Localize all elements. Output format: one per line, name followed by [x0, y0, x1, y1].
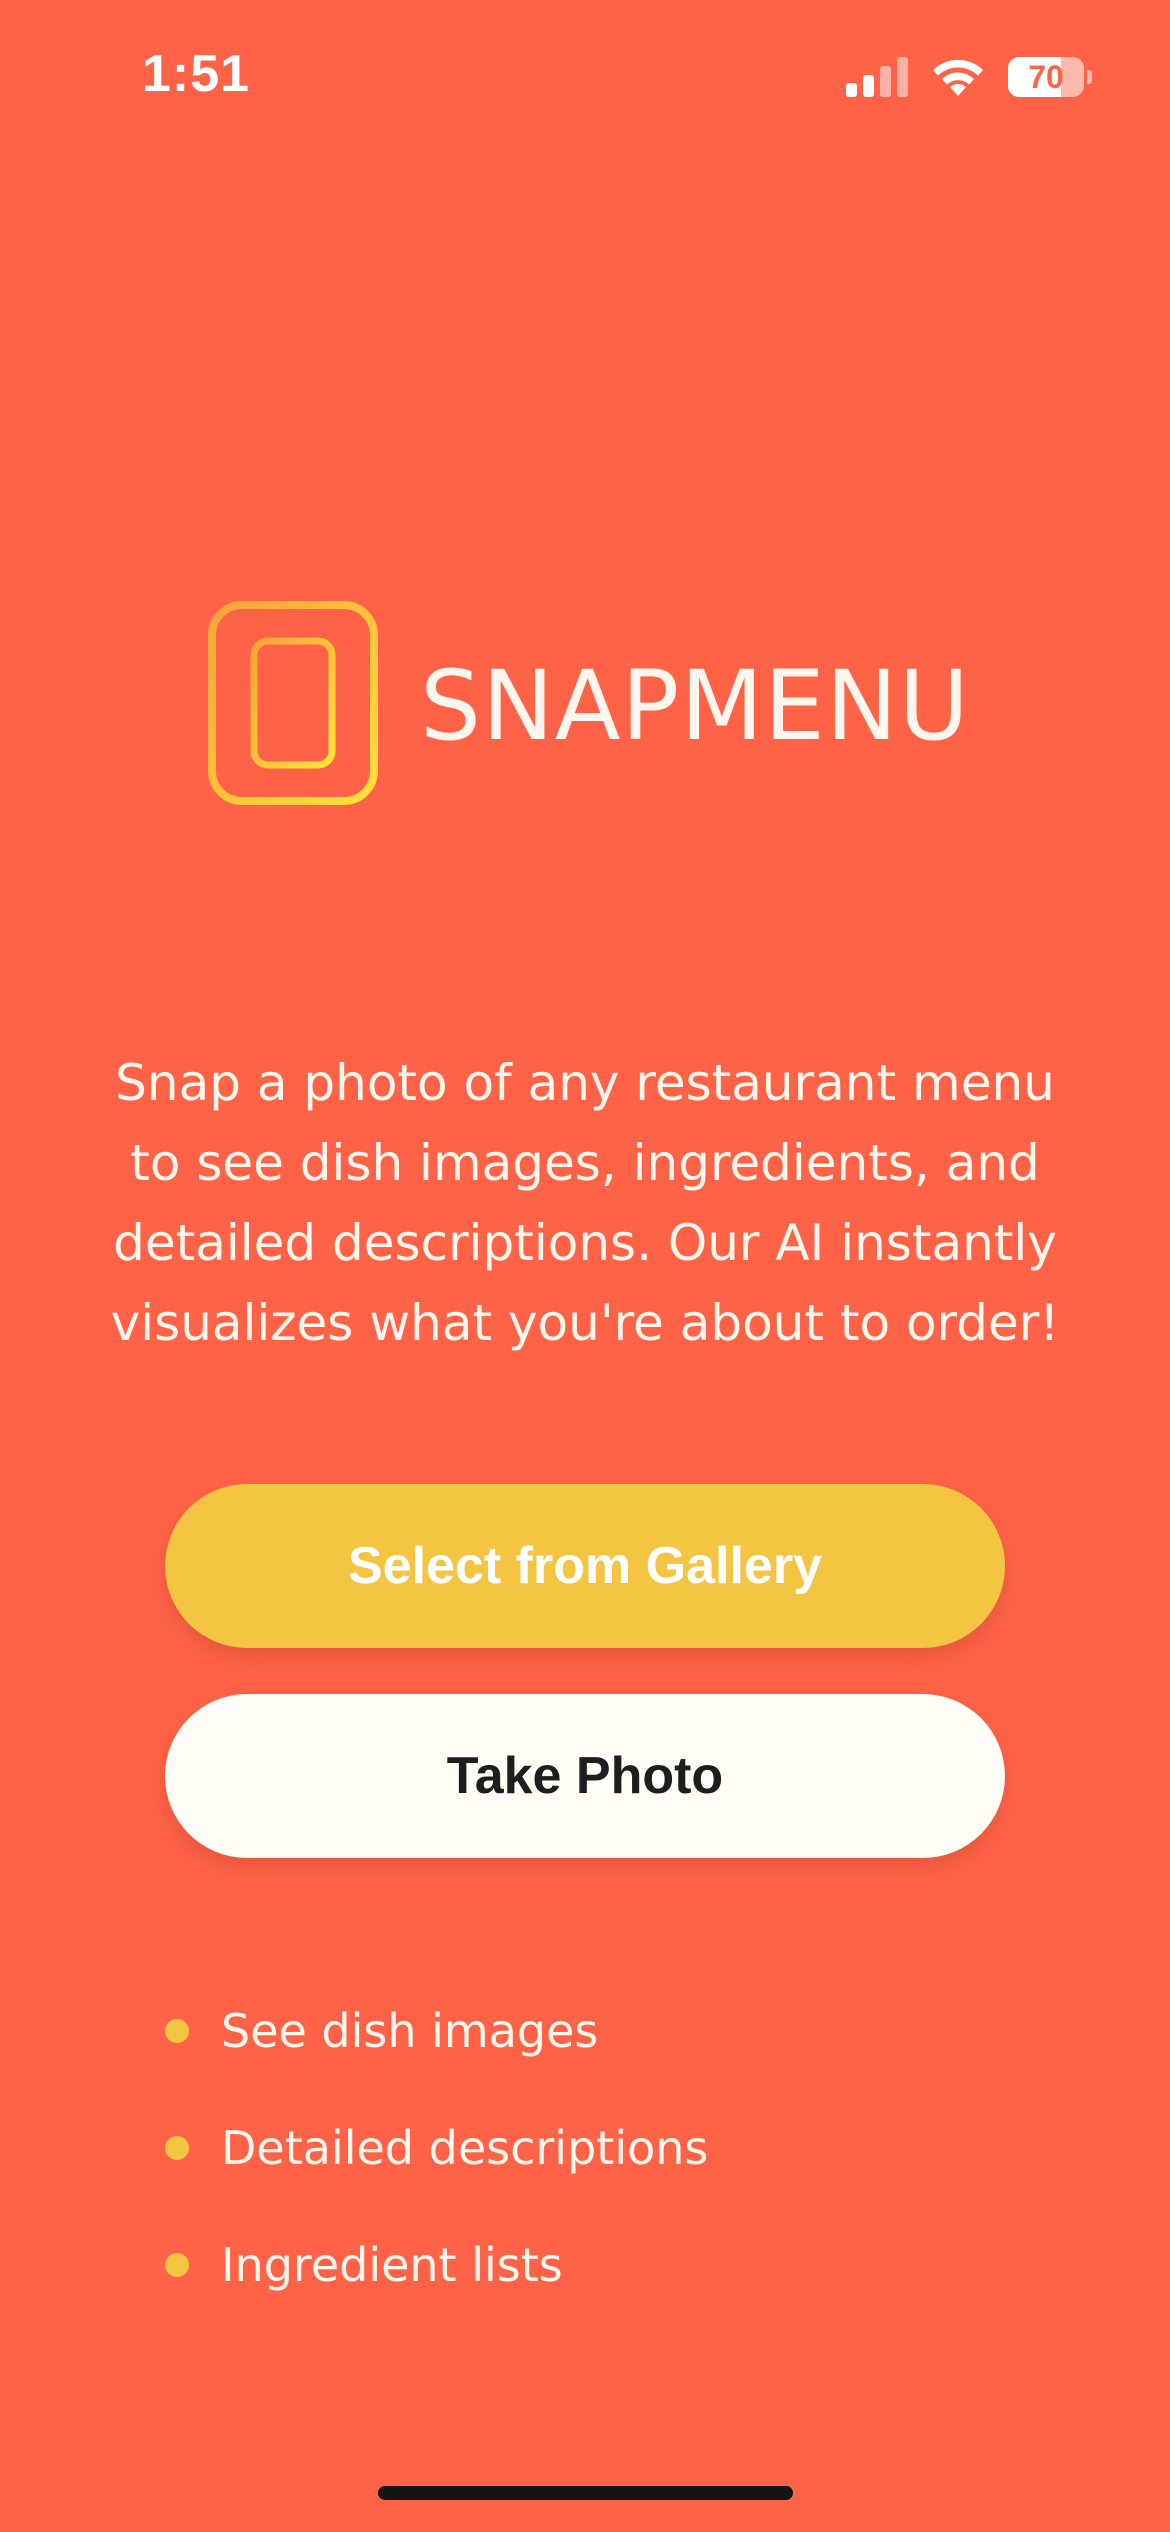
bullet-dot-icon — [165, 2252, 189, 2277]
feature-item: See dish images — [165, 1972, 708, 2089]
status-bar: 1:51 70 — [0, 0, 1170, 150]
battery-level: 70 — [1028, 58, 1064, 95]
app-name: SNAPMENU — [420, 650, 970, 762]
take-photo-label: Take Photo — [446, 1747, 724, 1805]
feature-list: See dish images Detailed descriptions In… — [165, 1972, 708, 2323]
feature-label: Detailed descriptions — [221, 2120, 709, 2175]
wifi-icon — [933, 59, 983, 96]
intro-line: to see dish images, ingredients, and — [130, 1134, 1040, 1192]
select-from-gallery-label: Select from Gallery — [348, 1537, 822, 1595]
cellular-signal-icon — [846, 57, 908, 97]
app-logo: SNAPMENU — [208, 600, 970, 806]
intro-line: visualizes what you're about to order! — [110, 1294, 1060, 1352]
intro-line: Snap a photo of any restaurant menu — [115, 1054, 1055, 1112]
battery-icon: 70 — [1008, 57, 1092, 97]
feature-item: Detailed descriptions — [165, 2089, 708, 2206]
feature-label: See dish images — [221, 2003, 599, 2058]
bullet-dot-icon — [165, 2018, 189, 2043]
feature-item: Ingredient lists — [165, 2206, 708, 2323]
home-indicator[interactable] — [378, 2486, 793, 2500]
feature-label: Ingredient lists — [221, 2237, 563, 2292]
bullet-dot-icon — [165, 2135, 189, 2160]
take-photo-button[interactable]: Take Photo — [165, 1694, 1005, 1858]
intro-line: detailed descriptions. Our AI instantly — [113, 1214, 1057, 1272]
select-from-gallery-button[interactable]: Select from Gallery — [165, 1484, 1005, 1648]
smartphone-icon — [208, 601, 378, 805]
status-time: 1:51 — [142, 45, 251, 103]
intro-description: Snap a photo of any restaurant menu to s… — [110, 1043, 1060, 1363]
status-icons: 70 — [846, 52, 1092, 102]
